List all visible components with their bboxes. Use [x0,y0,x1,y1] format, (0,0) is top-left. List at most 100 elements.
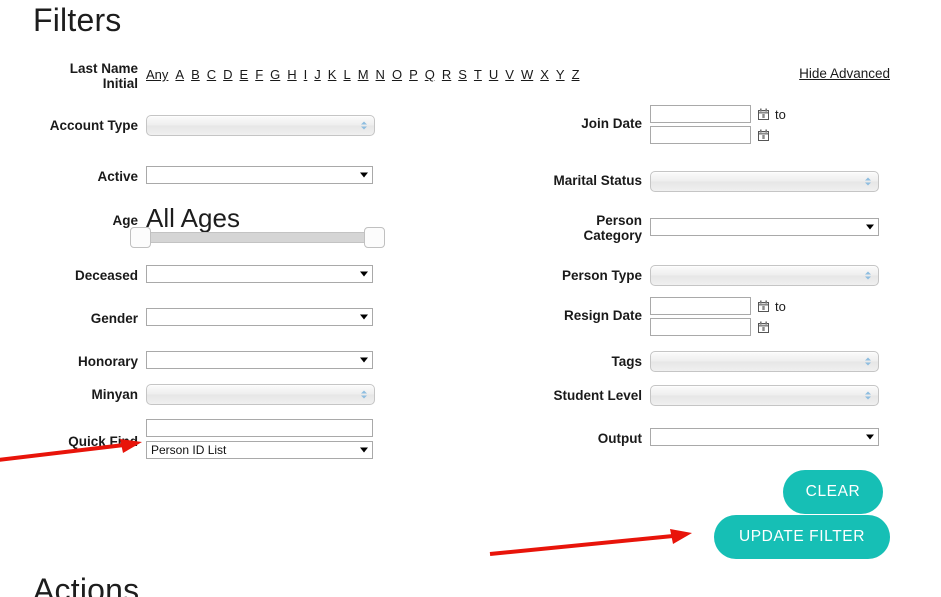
label-minyan: Minyan [91,387,138,402]
alpha-link-o[interactable]: O [392,67,402,82]
field-minyan: Minyan [33,384,375,405]
label-join-date: Join Date [581,116,642,131]
hide-advanced-link[interactable]: Hide Advanced [799,66,890,81]
person-type-select[interactable] [650,265,879,286]
calendar-icon[interactable] [758,129,769,141]
alpha-link-y[interactable]: Y [556,67,565,82]
annotation-arrow-update-filter [489,529,692,556]
calendar-icon[interactable] [758,300,769,312]
student-level-select[interactable] [650,385,879,406]
chevron-down-icon [360,271,368,277]
chevron-down-icon [866,434,874,440]
alpha-link-v[interactable]: V [505,67,514,82]
minyan-select[interactable] [146,384,375,405]
chevron-down-icon [866,224,874,230]
join-date-to-input[interactable] [650,126,751,144]
alpha-link-z[interactable]: Z [572,67,580,82]
alpha-link-m[interactable]: M [358,67,369,82]
alpha-index-links[interactable]: Any A B C D E F G H I J K L M N O P Q R S T U V W X Y Z [146,66,580,84]
age-range-value: All Ages [146,203,240,233]
field-output: Output [538,428,879,446]
field-join-date: Join Date to [538,105,786,144]
chevron-updown-icon [864,270,871,281]
alpha-link-s[interactable]: S [458,67,467,82]
gender-select[interactable] [146,308,373,326]
calendar-icon[interactable] [758,108,769,120]
label-active: Active [97,169,138,184]
age-range-slider[interactable] [130,227,385,248]
honorary-select[interactable] [146,351,373,369]
join-date-from-input[interactable] [650,105,751,123]
join-date-separator: to [775,106,786,122]
field-honorary: Honorary [33,351,373,369]
filters-page: Filters Last Name Initial Any A B C D E F G H I J K… [0,0,941,597]
field-quick-find: Quick Find Person ID List [33,419,373,459]
field-gender: Gender [33,308,373,326]
label-resign-date: Resign Date [563,308,642,323]
resign-date-separator: to [775,298,786,314]
alpha-link-d[interactable]: D [223,67,232,82]
alpha-link-q[interactable]: Q [425,67,435,82]
alpha-link-any[interactable]: Any [146,67,168,82]
output-select[interactable] [650,428,879,446]
field-student-level: Student Level [538,385,879,406]
field-tags: Tags [538,351,879,372]
age-slider-handle-min[interactable] [130,227,151,248]
actions-section-title: Actions [33,572,140,597]
alpha-link-j[interactable]: J [314,67,321,82]
alpha-link-r[interactable]: R [442,67,451,82]
field-deceased: Deceased [33,265,373,283]
alpha-link-c[interactable]: C [207,67,216,82]
resign-date-from-input[interactable] [650,297,751,315]
clear-button[interactable]: CLEAR [783,470,883,514]
alpha-link-i[interactable]: I [304,67,308,82]
tags-select[interactable] [650,351,879,372]
alpha-link-t[interactable]: T [474,67,482,82]
alpha-link-a[interactable]: A [175,67,184,82]
account-type-select[interactable] [146,115,375,136]
update-filter-button[interactable]: UPDATE FILTER [714,515,890,559]
label-last-name-initial: Last Name Initial [69,61,138,91]
label-account-type: Account Type [49,118,138,133]
alpha-link-u[interactable]: U [489,67,498,82]
chevron-updown-icon [864,176,871,187]
alpha-link-k[interactable]: K [328,67,337,82]
quick-find-select[interactable]: Person ID List [146,441,373,459]
quick-find-input[interactable] [146,419,373,437]
field-person-category: Person Category [538,210,879,243]
calendar-icon[interactable] [758,321,769,333]
deceased-select[interactable] [146,265,373,283]
chevron-down-icon [360,314,368,320]
alpha-link-n[interactable]: N [376,67,385,82]
label-deceased: Deceased [74,268,138,283]
label-age: Age [112,213,138,228]
label-gender: Gender [90,311,138,326]
chevron-updown-icon [360,389,367,400]
resign-date-to-input[interactable] [650,318,751,336]
alpha-link-x[interactable]: X [540,67,549,82]
alpha-link-h[interactable]: H [287,67,296,82]
field-account-type: Account Type [33,115,375,136]
field-marital-status: Marital Status [538,164,879,192]
alpha-link-g[interactable]: G [270,67,280,82]
chevron-down-icon [360,172,368,178]
alpha-link-e[interactable]: E [240,67,249,82]
label-person-type: Person Type [561,268,642,283]
alpha-link-p[interactable]: P [409,67,418,82]
alpha-link-w[interactable]: W [521,67,533,82]
person-category-select[interactable] [650,218,879,236]
field-active: Active [33,166,373,184]
alpha-link-b[interactable]: B [191,67,200,82]
alpha-link-f[interactable]: F [255,67,263,82]
chevron-updown-icon [864,356,871,367]
label-person-category: Person Category [583,213,642,243]
chevron-updown-icon [864,390,871,401]
chevron-down-icon [360,357,368,363]
active-select[interactable] [146,166,373,184]
label-marital-status: Marital Status [553,173,642,188]
marital-status-select[interactable] [650,171,879,192]
age-slider-handle-max[interactable] [364,227,385,248]
label-tags: Tags [611,354,642,369]
alpha-link-l[interactable]: L [343,67,350,82]
label-honorary: Honorary [77,354,138,369]
